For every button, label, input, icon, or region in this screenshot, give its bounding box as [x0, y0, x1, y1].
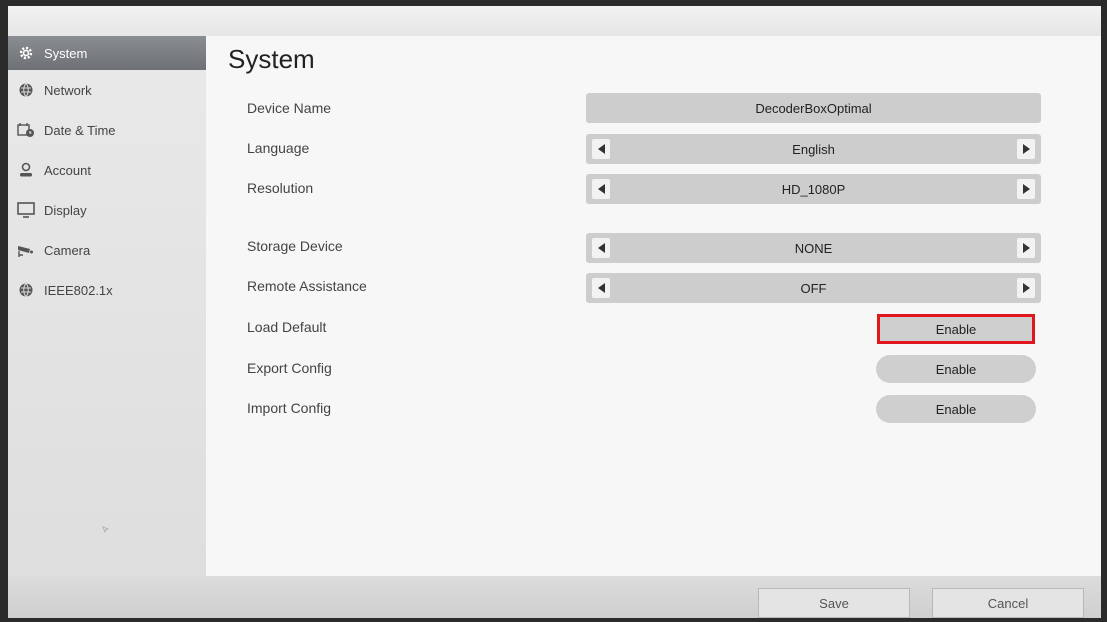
globe-icon	[16, 81, 36, 99]
user-icon	[16, 161, 36, 179]
sidebar-item-system[interactable]: System	[8, 36, 206, 70]
export-config-label: Export Config	[247, 360, 332, 376]
sidebar-item-label: Display	[44, 202, 87, 218]
resolution-select[interactable]: HD_1080P	[586, 174, 1041, 204]
sidebar-item-label: Camera	[44, 242, 91, 258]
next-arrow-icon[interactable]	[1017, 179, 1035, 199]
resolution-label: Resolution	[247, 180, 314, 196]
page-title: System	[228, 44, 315, 74]
save-button[interactable]: Save	[758, 588, 910, 618]
load-default-enable-button[interactable]: Enable	[877, 314, 1035, 344]
language-label: Language	[247, 140, 310, 156]
sidebar: System Network Date & Time Account Displ…	[8, 36, 206, 576]
device-name-label: Device Name	[247, 100, 332, 116]
prev-arrow-icon[interactable]	[592, 179, 610, 199]
next-arrow-icon[interactable]	[1017, 139, 1035, 159]
load-default-label: Load Default	[247, 319, 327, 335]
sidebar-item-label: Network	[44, 82, 92, 98]
prev-arrow-icon[interactable]	[592, 238, 610, 258]
import-config-label: Import Config	[247, 400, 332, 416]
sidebar-item-label: Account	[44, 162, 91, 178]
language-value: English	[792, 141, 835, 157]
camera-icon	[16, 241, 36, 259]
remote-assistance-value: OFF	[800, 280, 827, 296]
prev-arrow-icon[interactable]	[592, 278, 610, 298]
next-arrow-icon[interactable]	[1017, 278, 1035, 298]
top-bar	[8, 6, 1101, 36]
sidebar-item-label: IEEE802.1x	[44, 282, 113, 298]
gear-icon	[16, 44, 36, 62]
sidebar-item-label: System	[44, 45, 88, 61]
cancel-button[interactable]: Cancel	[932, 588, 1084, 618]
mouse-cursor-icon	[102, 521, 110, 533]
next-arrow-icon[interactable]	[1017, 238, 1035, 258]
sidebar-item-label: Date & Time	[44, 122, 116, 138]
device-name-field[interactable]: DecoderBoxOptimal	[586, 93, 1041, 123]
sidebar-item-date-time[interactable]: Date & Time	[8, 110, 206, 150]
remote-assistance-select[interactable]: OFF	[586, 273, 1041, 303]
language-select[interactable]: English	[586, 134, 1041, 164]
storage-device-label: Storage Device	[247, 238, 343, 254]
prev-arrow-icon[interactable]	[592, 139, 610, 159]
export-config-enable-button[interactable]: Enable	[876, 355, 1036, 383]
sidebar-item-display[interactable]: Display	[8, 190, 206, 230]
monitor-icon	[16, 201, 36, 219]
remote-assistance-label: Remote Assistance	[247, 278, 367, 294]
storage-device-value: NONE	[794, 240, 833, 256]
system-panel: System Device Name DecoderBoxOptimal Lan…	[206, 36, 1101, 576]
globe-icon	[16, 281, 36, 299]
calendar-clock-icon	[16, 121, 36, 139]
storage-device-select[interactable]: NONE	[586, 233, 1041, 263]
sidebar-item-ieee8021x[interactable]: IEEE802.1x	[8, 270, 206, 310]
import-config-enable-button[interactable]: Enable	[876, 395, 1036, 423]
sidebar-item-network[interactable]: Network	[8, 70, 206, 110]
sidebar-item-camera[interactable]: Camera	[8, 230, 206, 270]
settings-screen: System Network Date & Time Account Displ…	[8, 6, 1101, 618]
sidebar-item-account[interactable]: Account	[8, 150, 206, 190]
footer-bar: Save Cancel	[8, 576, 1101, 618]
resolution-value: HD_1080P	[781, 181, 846, 197]
